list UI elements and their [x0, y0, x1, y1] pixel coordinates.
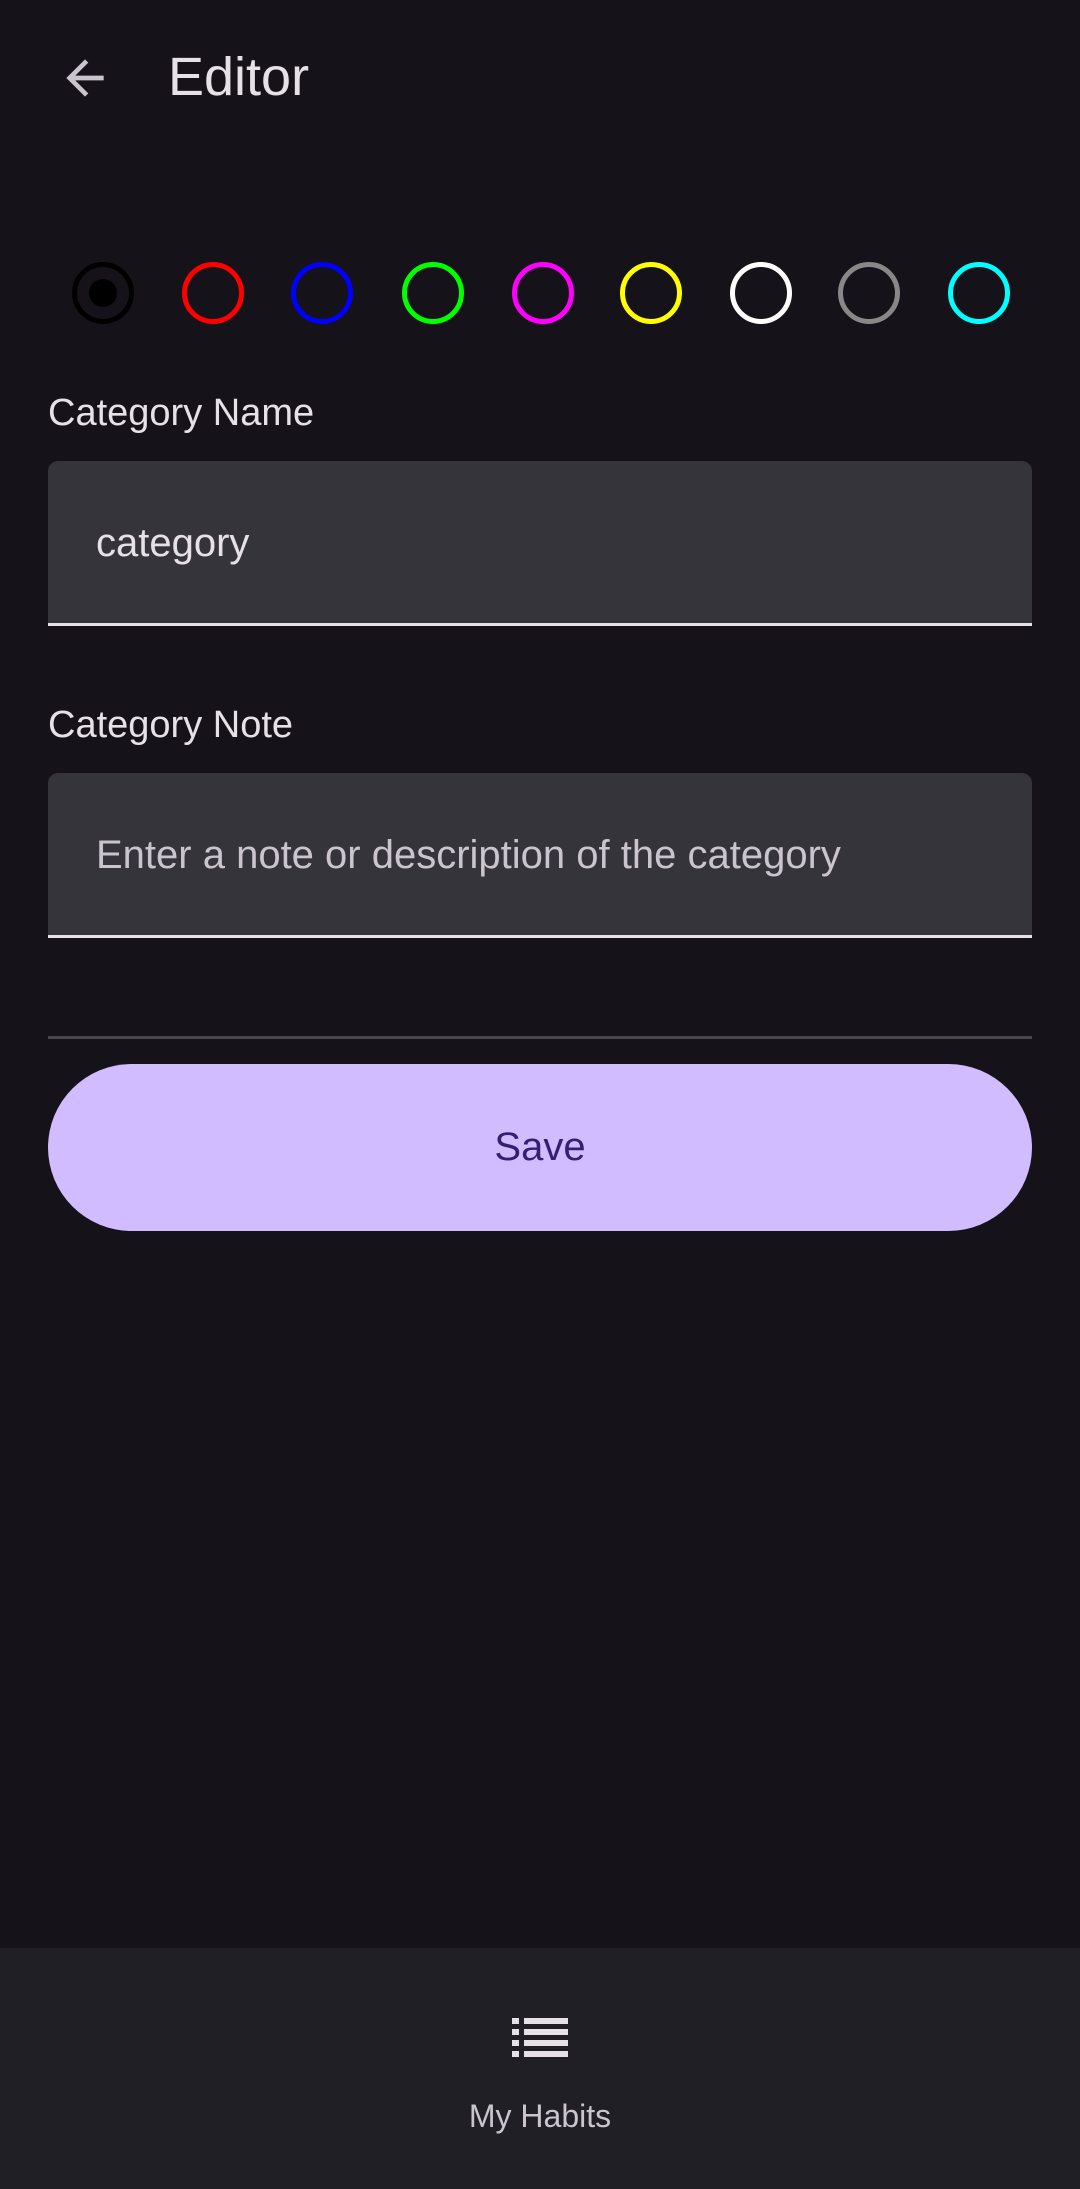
save-button-label: Save	[494, 1125, 586, 1169]
back-button[interactable]	[40, 38, 130, 118]
color-option-cyan[interactable]	[948, 262, 1010, 324]
category-name-value: category	[96, 521, 250, 565]
color-option-black[interactable]	[72, 262, 134, 324]
color-option-blue[interactable]	[291, 262, 353, 324]
arrow-left-icon	[66, 59, 104, 97]
save-button[interactable]: Save	[48, 1064, 1032, 1231]
color-option-gray[interactable]	[838, 262, 900, 324]
page-title: Editor	[168, 47, 310, 107]
nav-item-my-habits[interactable]: My Habits	[390, 1948, 690, 2189]
color-option-yellow[interactable]	[620, 262, 682, 324]
bottom-navigation: My Habits	[0, 1948, 1080, 2189]
category-note-label: Category Note	[48, 704, 294, 746]
category-note-field[interactable]: Enter a note or description of the categ…	[48, 773, 1032, 938]
top-app-bar: Editor	[0, 0, 1080, 155]
color-option-red[interactable]	[182, 262, 244, 324]
category-name-label: Category Name	[48, 392, 315, 434]
divider	[48, 1036, 1032, 1039]
selected-indicator	[89, 279, 117, 307]
color-option-green[interactable]	[402, 262, 464, 324]
list-icon	[512, 2018, 568, 2057]
nav-item-label: My Habits	[468, 2098, 612, 2134]
color-option-white[interactable]	[730, 262, 792, 324]
color-option-magenta[interactable]	[512, 262, 574, 324]
category-note-placeholder: Enter a note or description of the categ…	[96, 833, 841, 877]
category-name-field[interactable]: category	[48, 461, 1032, 626]
color-picker	[0, 262, 1080, 324]
